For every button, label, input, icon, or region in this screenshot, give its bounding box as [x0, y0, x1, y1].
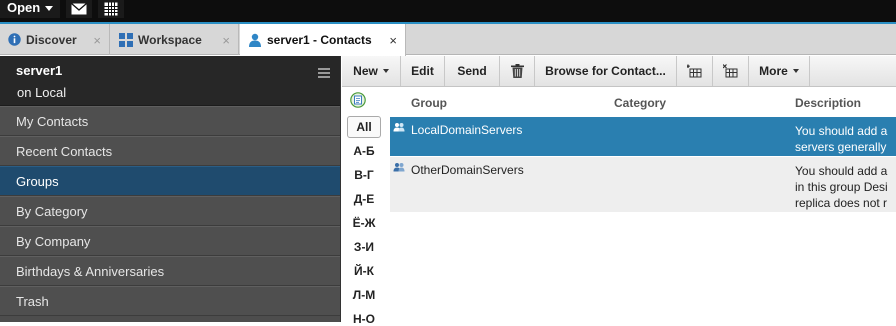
- edit-button[interactable]: Edit: [401, 56, 445, 86]
- description-line: You should add a: [795, 124, 888, 138]
- tab-workspace[interactable]: Workspace ×: [111, 24, 239, 55]
- new-button[interactable]: New: [342, 56, 401, 86]
- sidebar-subtitle: on Local: [17, 85, 67, 100]
- info-icon: [8, 33, 21, 46]
- remove-from-group-button[interactable]: [713, 56, 749, 86]
- delete-button[interactable]: [500, 56, 535, 86]
- alphabet-navigator: All А-Б В-Г Д-Е Ё-Ж З-И Й-К Л-М Н-О: [342, 88, 386, 326]
- alphabet-all-button[interactable]: All: [347, 116, 381, 138]
- sidebar-item-my-contacts[interactable]: My Contacts: [0, 106, 340, 136]
- toolbar: New Edit Send Browse for Contact... More: [342, 56, 896, 87]
- calendar-icon: [104, 2, 118, 16]
- sidebar-item-birthdays[interactable]: Birthdays & Anniversaries: [0, 256, 340, 286]
- top-bar: Open: [0, 0, 896, 22]
- alphabet-letter[interactable]: В-Г: [342, 168, 386, 182]
- sidebar-header: server1 on Local: [0, 56, 340, 106]
- alphabet-letter[interactable]: Н-О: [342, 312, 386, 326]
- person-icon: [249, 33, 261, 47]
- chevron-down-icon: [45, 6, 54, 12]
- tab-label: server1 - Contacts: [267, 33, 372, 47]
- alphabet-letter[interactable]: З-И: [342, 240, 386, 254]
- table-row[interactable]: LocalDomainServers You should add a serv…: [390, 117, 896, 156]
- description-line: in this group Desi: [795, 180, 888, 194]
- address-book-icon[interactable]: [350, 92, 366, 108]
- alphabet-letter[interactable]: Л-М: [342, 288, 386, 302]
- group-name: LocalDomainServers: [411, 123, 523, 137]
- alphabet-letter[interactable]: Д-Е: [342, 192, 386, 206]
- tab-label: Workspace: [138, 32, 202, 47]
- chevron-down-icon: [382, 69, 389, 73]
- send-button[interactable]: Send: [445, 56, 500, 86]
- description-line: You should add a: [795, 164, 888, 178]
- group-icon: [393, 163, 405, 172]
- table-row[interactable]: OtherDomainServers You should add a in t…: [390, 157, 896, 212]
- description-line: replica does not r: [795, 196, 888, 210]
- tab-discover[interactable]: Discover ×: [0, 24, 110, 55]
- tab-server1-contacts[interactable]: server1 - Contacts ×: [240, 24, 406, 56]
- open-menu-button[interactable]: Open: [0, 0, 60, 18]
- new-label: New: [353, 64, 378, 78]
- close-icon[interactable]: ×: [389, 33, 397, 48]
- workspace-grid-icon: [119, 32, 133, 47]
- more-button[interactable]: More: [749, 56, 810, 86]
- add-to-group-button[interactable]: [677, 56, 713, 86]
- more-label: More: [759, 64, 788, 78]
- column-header-group[interactable]: Group: [411, 96, 447, 110]
- group-remove-icon: [723, 64, 738, 78]
- group-description: You should add a in this group Desi repl…: [795, 163, 888, 211]
- tab-strip: Discover × Workspace × server1 - Contact…: [0, 24, 896, 56]
- sidebar-item-trash[interactable]: Trash: [0, 286, 340, 316]
- chevron-down-icon: [792, 69, 799, 73]
- calendar-button[interactable]: [98, 0, 124, 18]
- send-label: Send: [457, 64, 487, 78]
- mail-icon: [71, 3, 87, 15]
- close-icon[interactable]: ×: [93, 33, 101, 48]
- alphabet-letter[interactable]: Й-К: [342, 264, 386, 278]
- sidebar: server1 on Local My Contacts Recent Cont…: [0, 56, 341, 322]
- hamburger-icon[interactable]: [318, 68, 330, 78]
- group-description: You should add a servers generally: [795, 123, 887, 155]
- browse-for-contact-button[interactable]: Browse for Contact...: [535, 56, 677, 86]
- tab-label: Discover: [26, 32, 77, 47]
- browse-label: Browse for Contact...: [545, 64, 666, 78]
- column-header-category[interactable]: Category: [614, 96, 666, 110]
- main-panel: New Edit Send Browse for Contact... More…: [342, 56, 896, 326]
- group-icon: [393, 123, 405, 132]
- column-header-description[interactable]: Description: [795, 96, 861, 110]
- mail-button[interactable]: [66, 0, 92, 18]
- open-label: Open: [7, 0, 41, 15]
- sidebar-item-by-category[interactable]: By Category: [0, 196, 340, 226]
- sidebar-item-recent-contacts[interactable]: Recent Contacts: [0, 136, 340, 166]
- alphabet-letter[interactable]: Ё-Ж: [342, 216, 386, 230]
- close-icon[interactable]: ×: [222, 33, 230, 48]
- trash-icon: [510, 64, 524, 78]
- edit-label: Edit: [411, 64, 434, 78]
- description-line: servers generally: [795, 140, 887, 154]
- group-add-icon: [687, 64, 702, 78]
- sidebar-title: server1: [16, 63, 63, 78]
- sidebar-item-groups[interactable]: Groups: [0, 166, 340, 196]
- alphabet-letter[interactable]: А-Б: [342, 144, 386, 158]
- group-name: OtherDomainServers: [411, 163, 524, 177]
- sidebar-item-by-company[interactable]: By Company: [0, 226, 340, 256]
